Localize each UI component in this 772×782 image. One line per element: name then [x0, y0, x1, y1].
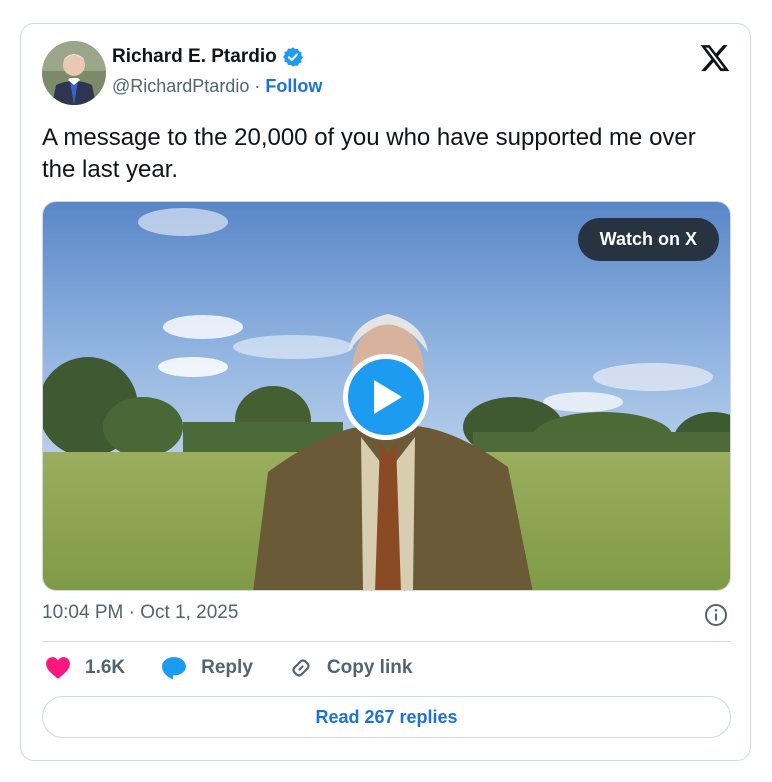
- tweet-timestamp[interactable]: 10:04 PM · Oct 1, 2025: [42, 602, 238, 624]
- author-name[interactable]: Richard E. Ptardio: [112, 46, 277, 68]
- avatar[interactable]: [42, 41, 106, 105]
- divider: [42, 641, 731, 642]
- tweet-card: Richard E. Ptardio @RichardPtardio · Fol…: [20, 23, 751, 761]
- copy-link-label: Copy link: [326, 657, 413, 678]
- separator-dot: ·: [254, 76, 261, 96]
- reply-label: Reply: [201, 657, 253, 678]
- info-icon[interactable]: [704, 603, 728, 627]
- verified-badge-icon: [282, 47, 303, 67]
- author-handle-row: @RichardPtardio · Follow: [112, 76, 322, 97]
- reply-bubble-icon: [162, 657, 187, 680]
- copy-link-button[interactable]: Copy link: [289, 656, 413, 680]
- video-player[interactable]: Watch on X: [42, 201, 731, 591]
- play-button[interactable]: [343, 354, 429, 440]
- heart-icon: [46, 657, 70, 679]
- like-button[interactable]: 1.6K: [45, 656, 125, 680]
- author-handle[interactable]: @RichardPtardio: [112, 76, 249, 97]
- reply-button[interactable]: Reply: [161, 656, 253, 680]
- watch-on-x-button[interactable]: Watch on X: [577, 218, 719, 261]
- tweet-text: A message to the 20,000 of you who have …: [42, 124, 696, 183]
- x-logo-icon[interactable]: [699, 42, 731, 74]
- follow-button[interactable]: Follow: [265, 76, 322, 97]
- play-icon: [374, 380, 402, 414]
- like-count: 1.6K: [85, 657, 126, 678]
- read-replies-button[interactable]: Read 267 replies: [42, 696, 731, 738]
- action-bar: 1.6K Reply Copy link: [45, 656, 448, 680]
- author-name-row[interactable]: Richard E. Ptardio: [112, 46, 304, 68]
- link-icon: [292, 659, 310, 677]
